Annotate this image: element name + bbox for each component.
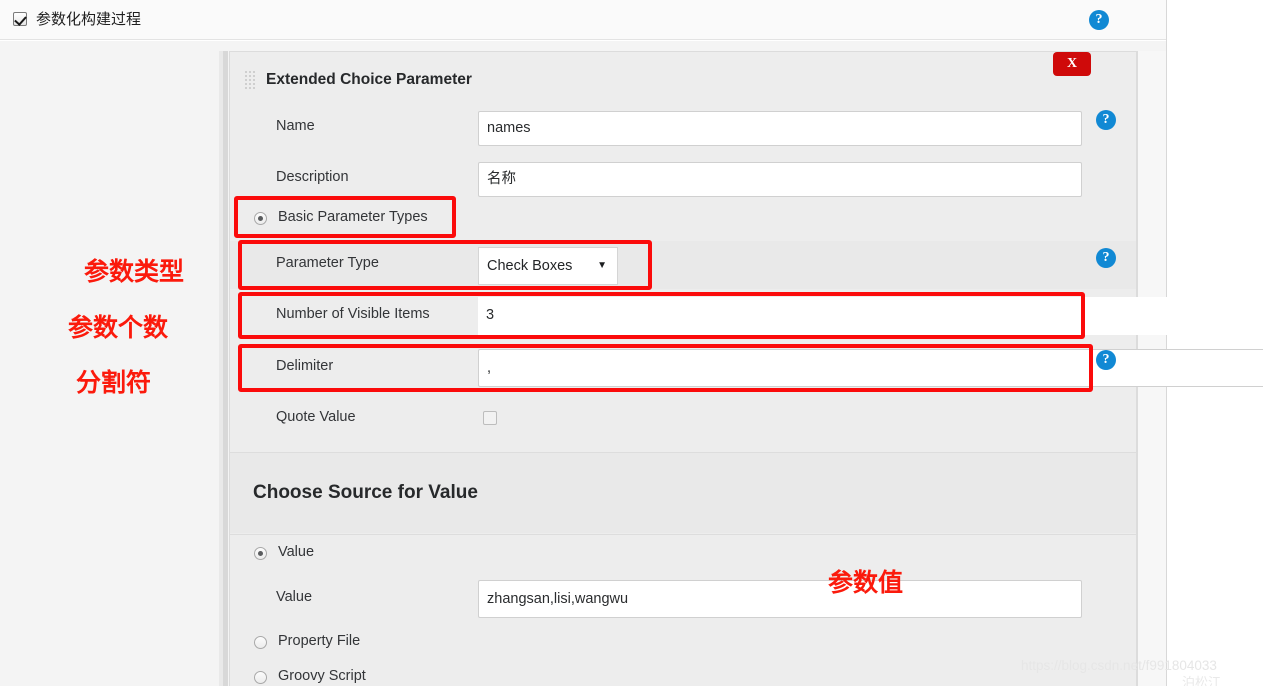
right-page-separator [1166,0,1167,686]
screenshot-root: 参数化构建过程 ? Extended Choice Parameter X Na… [0,0,1263,686]
row-description: Description 名称 [230,154,1136,204]
annotation-parameter-value: 参数值 [828,568,904,597]
row-quote-value: Quote Value [230,396,1136,444]
parameter-type-select[interactable]: Check Boxes ▼ [478,247,618,285]
basic-parameter-types-label: Basic Parameter Types [278,209,428,225]
number-of-visible-items-input[interactable]: 3 [478,297,1263,335]
row-groovy-script: Groovy Script [230,662,1136,686]
groovy-script-label: Groovy Script [278,668,366,684]
quote-value-checkbox[interactable] [483,411,497,425]
drag-grip-icon[interactable] [245,71,259,89]
value-field-input[interactable]: zhangsan,lisi,wangwu [478,580,1082,618]
row-name: Name names [230,103,1136,153]
row-delimiter: Delimiter , [230,344,1263,392]
annotation-delimiter: 分割符 [76,368,152,397]
name-input[interactable]: names [478,111,1082,146]
value-field-label: Value [276,589,313,605]
annotation-parameter-type: 参数类型 [84,257,185,286]
parameterized-build-label: 参数化构建过程 [36,11,142,28]
property-file-label: Property File [278,633,361,649]
question-mark-icon: ? [1096,350,1116,370]
description-label: Description [276,169,349,185]
basic-parameter-types-radio[interactable] [254,212,267,225]
choose-source-heading: Choose Source for Value [253,482,478,503]
parameter-type-label: Parameter Type [276,255,379,271]
parameter-type-help-icon[interactable]: ? [1096,248,1116,268]
row-value-field: Value zhangsan,lisi,wangwu [230,575,1136,624]
quote-value-label: Quote Value [276,409,356,425]
chevron-down-icon: ▼ [597,260,607,271]
row-parameter-type: Parameter Type Check Boxes ▼ [230,241,1136,289]
panel-title: Extended Choice Parameter [266,71,472,88]
value-source-label: Value [278,544,315,560]
parameter-type-selected-value: Check Boxes [487,258,573,274]
close-button[interactable]: X [1053,52,1091,76]
property-file-radio[interactable] [254,636,267,649]
row-basic-parameter-types: Basic Parameter Types [230,198,1136,238]
description-input[interactable]: 名称 [478,162,1082,197]
parameterized-build-checkbox[interactable] [13,12,27,26]
row-number-of-visible-items: Number of Visible Items 3 [230,292,1263,340]
question-mark-icon: ? [1089,10,1109,30]
question-mark-icon: ? [1096,110,1116,130]
value-source-radio[interactable] [254,547,267,560]
delimiter-help-icon[interactable]: ? [1096,350,1116,370]
panel-gutter-inner [219,51,223,686]
groovy-script-radio[interactable] [254,671,267,684]
annotation-parameter-count: 参数个数 [68,313,169,342]
name-help-icon[interactable]: ? [1096,110,1116,130]
row-value-radio: Value [230,536,1136,574]
section-divider-2 [230,534,1136,535]
question-mark-icon: ? [1096,248,1116,268]
delimiter-input[interactable]: , [478,349,1263,387]
watermark-url: https://blog.csdn.net/f991804033 [1021,658,1217,673]
number-of-visible-items-label: Number of Visible Items [276,306,430,322]
topbar-help-icon[interactable]: ? [1089,10,1109,30]
delimiter-label: Delimiter [276,358,334,374]
watermark-secondary: 泊松江 [1182,675,1222,686]
name-label: Name [276,118,315,134]
row-property-file: Property File [230,626,1136,660]
parameterized-build-bar: 参数化构建过程 ? [0,0,1166,40]
